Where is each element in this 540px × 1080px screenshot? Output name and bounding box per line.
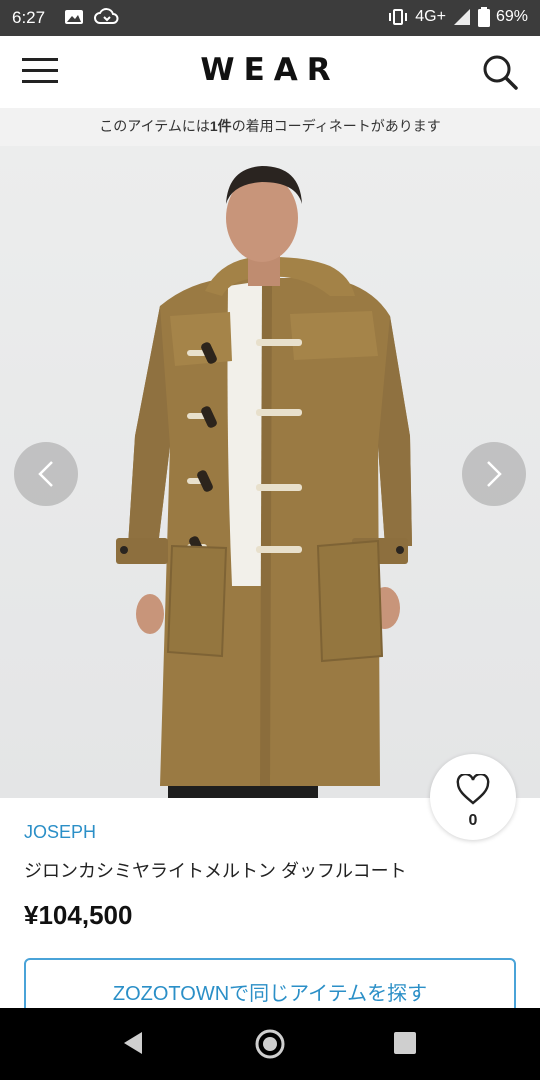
- status-notification-icons: [64, 8, 120, 26]
- home-icon[interactable]: [254, 1028, 286, 1060]
- cloud-icon: [94, 8, 119, 24]
- product-photo: [116, 166, 412, 798]
- favorite-button[interactable]: 0: [430, 754, 516, 840]
- battery-level: 69%: [495, 8, 528, 25]
- banner-count: 1件: [209, 118, 232, 134]
- product-image[interactable]: [0, 146, 540, 798]
- battery-icon: [477, 7, 490, 27]
- chevron-left-icon: [38, 461, 53, 487]
- brand-link[interactable]: JOSEPH: [24, 822, 96, 843]
- carousel-prev-button[interactable]: [14, 442, 78, 506]
- back-icon[interactable]: [120, 1030, 146, 1056]
- banner-prefix: このアイテムには: [99, 118, 210, 134]
- network-type: 4G+: [415, 8, 446, 25]
- coordinate-count-banner[interactable]: このアイテムには1件の着用コーディネートがあります: [0, 108, 540, 146]
- banner-suffix: の着用コーディネートがあります: [231, 118, 441, 134]
- app-logo[interactable]: WEAR: [0, 52, 540, 88]
- carousel-next-button[interactable]: [462, 442, 526, 506]
- system-nav-bar: [0, 1008, 540, 1080]
- signal-icon: [453, 9, 470, 25]
- product-price: ¥104,500: [24, 900, 133, 930]
- favorite-count: 0: [468, 812, 478, 829]
- status-right: 4G+ 69%: [387, 7, 528, 27]
- product-name: ジロンカシミヤライトメルトン ダッフルコート: [24, 861, 407, 881]
- chevron-right-icon: [487, 461, 502, 487]
- heart-icon: [456, 774, 490, 805]
- search-icon[interactable]: [482, 54, 518, 90]
- vibrate-icon: [389, 9, 408, 25]
- image-icon: [65, 10, 83, 24]
- recent-apps-icon[interactable]: [394, 1032, 416, 1054]
- status-time: 6:27: [12, 8, 46, 27]
- app-header: WEAR: [0, 36, 540, 108]
- status-bar: 6:27 4G+ 69%: [0, 0, 540, 36]
